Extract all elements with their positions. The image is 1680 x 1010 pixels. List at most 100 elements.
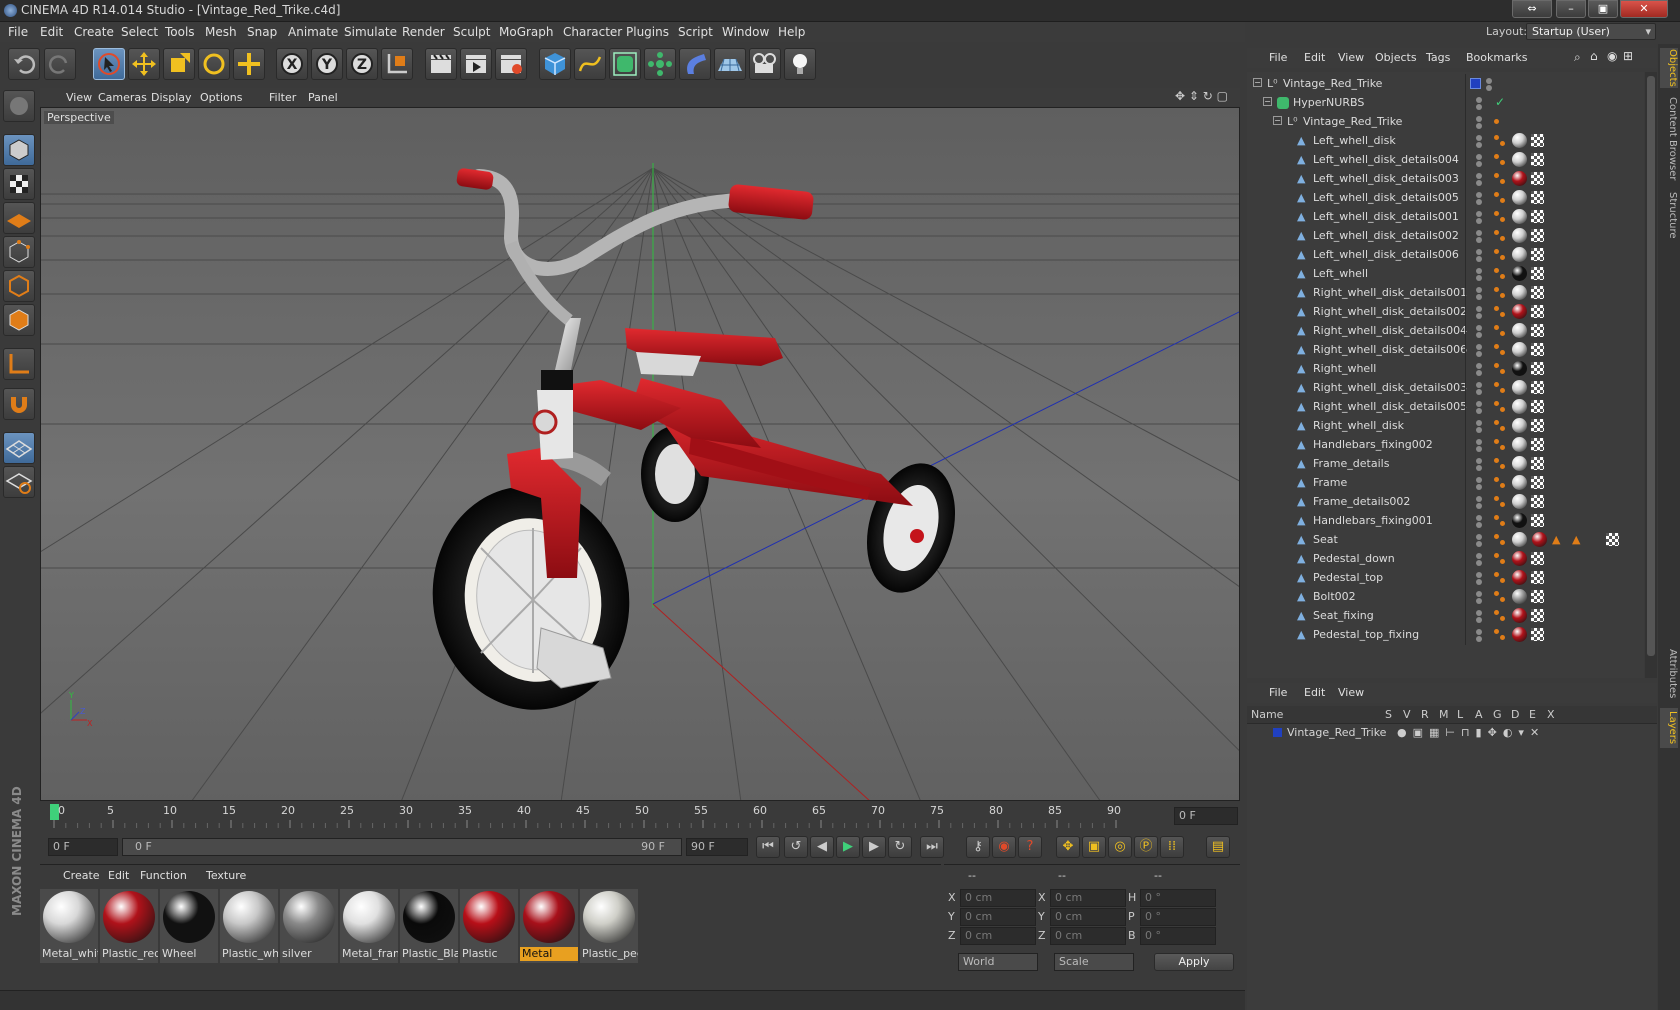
render-visibility-dot[interactable] [1476,332,1482,338]
layer-menu-view[interactable]: View [1338,686,1364,699]
key-scale-button[interactable]: ▣ [1082,836,1106,858]
timeline-ruler[interactable]: 0 5 10 15 20 25 30 35 40 45 50 55 60 65 … [40,804,1240,828]
goto-end-button[interactable]: ⏭ [920,836,944,858]
menu-window[interactable]: Window [722,25,769,39]
material-swatch[interactable]: Metal_fram [340,889,398,963]
texture-tag-icon[interactable] [1512,399,1527,414]
render-visibility-dot[interactable] [1476,180,1482,186]
render-visibility-dot[interactable] [1476,294,1482,300]
object-row-hypernurbs[interactable]: − HyperNURBS ✓ [1247,93,1644,113]
editor-visibility-dot[interactable] [1476,629,1482,635]
light-button[interactable] [784,48,816,80]
tab-content-browser[interactable]: Content Browser [1660,94,1678,184]
redo-button[interactable] [44,48,76,80]
obj-menu-objects[interactable]: Objects [1375,51,1417,64]
vp-menu-display[interactable]: Display [151,91,192,104]
prev-key-button[interactable]: ↺ [784,836,808,858]
render-visibility-dot[interactable] [1476,104,1482,110]
uvw-tag-icon[interactable] [1531,438,1544,451]
uvw-tag-icon[interactable] [1531,419,1544,432]
render-visibility-dot[interactable] [1476,446,1482,452]
layer-column-header[interactable]: L [1457,708,1463,721]
start-frame-field[interactable]: 0 F [48,838,118,856]
collapse-icon[interactable]: − [1273,116,1282,125]
menu-help[interactable]: Help [778,25,805,39]
render-picture-viewer-button[interactable] [460,48,492,80]
snap-button[interactable] [3,388,35,420]
editor-visibility-dot[interactable] [1476,135,1482,141]
editor-visibility-dot[interactable] [1476,325,1482,331]
key-rotation-button[interactable]: ◎ [1108,836,1132,858]
texture-tag-icon[interactable] [1512,475,1527,490]
texture-tag-icon[interactable] [1512,532,1527,547]
tag-phong-icon[interactable] [1494,420,1499,425]
x-axis-button[interactable]: X [276,48,308,80]
object-row[interactable]: ▲ Right_whell_disk_details002 [1247,302,1644,322]
collapse-icon[interactable]: − [1253,78,1262,87]
editor-visibility-dot[interactable] [1476,458,1482,464]
texture-tag-icon[interactable] [1512,437,1527,452]
layer-menu-edit[interactable]: Edit [1304,686,1325,699]
editor-visibility-dot[interactable] [1476,306,1482,312]
object-row[interactable]: ▲ Pedestal_down [1247,549,1644,569]
object-row[interactable]: ▲ Left_whell_disk_details005 [1247,188,1644,208]
render-visibility-dot[interactable] [1486,85,1492,91]
editor-visibility-dot[interactable] [1476,363,1482,369]
uvw-tag-icon[interactable] [1531,324,1544,337]
editor-visibility-dot[interactable] [1476,420,1482,426]
layer-column-header[interactable]: S [1385,708,1392,721]
home-icon[interactable]: ⌂ [1590,49,1598,63]
uvw-tag-icon[interactable] [1531,191,1544,204]
object-row[interactable]: ▲ Right_whell_disk_details006 [1247,340,1644,360]
goto-start-button[interactable]: ⏮ [756,836,780,858]
layer-column-header[interactable]: V [1403,708,1411,721]
tag-phong-icon[interactable] [1494,325,1499,330]
render-visibility-dot[interactable] [1476,256,1482,262]
texture-tag-icon[interactable] [1512,570,1527,585]
layer-column-header[interactable]: D [1511,708,1519,721]
prev-frame-button[interactable]: ◀ [810,836,834,858]
texture-tag-icon[interactable] [1512,627,1527,642]
editor-visibility-dot[interactable] [1476,211,1482,217]
eye-icon[interactable]: ◉ [1607,49,1617,63]
scale-dropdown[interactable]: Scale [1054,953,1134,971]
coord-value-field[interactable]: 0 ° [1140,889,1216,907]
tab-structure[interactable]: Structure [1660,190,1678,240]
menu-script[interactable]: Script [678,25,713,39]
render-visibility-dot[interactable] [1476,598,1482,604]
render-visibility-dot[interactable] [1476,351,1482,357]
render-visibility-dot[interactable] [1476,275,1482,281]
close-button[interactable]: ✕ [1620,0,1668,18]
object-row[interactable]: ▲ Handlebars_fixing002 [1247,435,1644,455]
texture-tag-icon[interactable] [1512,171,1527,186]
new-window-icon[interactable]: ⊞ [1623,49,1633,63]
tag-phong-icon[interactable] [1494,363,1499,368]
uvw-tag-icon[interactable] [1531,343,1544,356]
keyframe-selection-button[interactable]: ? [1018,836,1042,858]
render-visibility-dot[interactable] [1476,237,1482,243]
menu-plugins[interactable]: Plugins [626,25,669,39]
render-visibility-dot[interactable] [1476,142,1482,148]
editor-visibility-dot[interactable] [1476,97,1482,103]
uvw-tag-icon[interactable] [1531,286,1544,299]
tag-phong-icon[interactable] [1494,629,1499,634]
render-visibility-dot[interactable] [1476,522,1482,528]
object-row-root[interactable]: − L⁰ Vintage_Red_Trike [1247,74,1644,94]
layer-column-header[interactable]: X [1547,708,1555,721]
menu-snap[interactable]: Snap [247,25,277,39]
texture-tag-icon[interactable] [1512,228,1527,243]
coord-value-field[interactable]: 0 cm [1050,908,1126,926]
uvw-tag-icon[interactable] [1531,267,1544,280]
render-visibility-dot[interactable] [1476,313,1482,319]
editor-visibility-dot[interactable] [1476,515,1482,521]
vp-menu-view[interactable]: View [66,91,92,104]
material-swatch[interactable]: Metal_whit [40,889,98,963]
deformer-button[interactable] [679,48,711,80]
editor-visibility-dot[interactable] [1476,287,1482,293]
uvw-tag-icon[interactable] [1531,514,1544,527]
obj-menu-file[interactable]: File [1269,51,1287,64]
object-row[interactable]: ▲ Left_whell_disk_details003 [1247,169,1644,189]
menu-render[interactable]: Render [402,25,445,39]
texture-tag-icon[interactable] [1512,589,1527,604]
record-keys-button[interactable]: ⚷ [966,836,990,858]
